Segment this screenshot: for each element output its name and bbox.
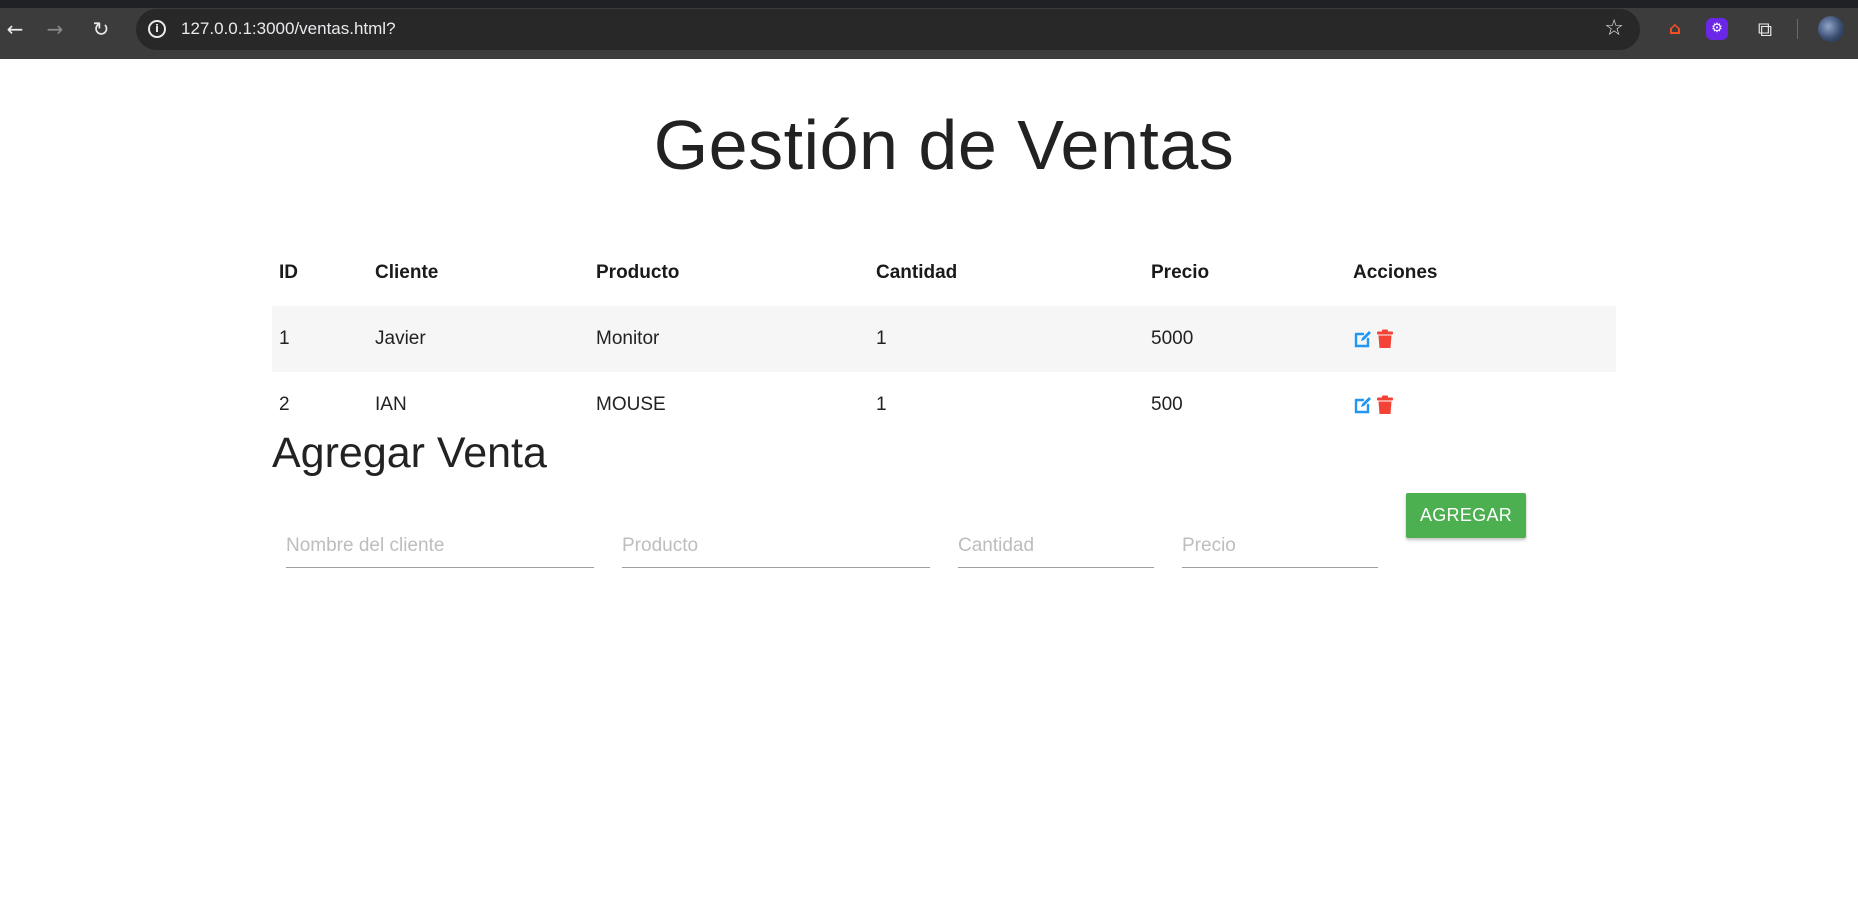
- cliente-input[interactable]: [286, 524, 594, 568]
- header-producto: Producto: [596, 261, 680, 283]
- cell-precio: 5000: [1151, 328, 1194, 349]
- page-content: Gestión de Ventas ID Cliente Producto Ca…: [0, 59, 1858, 908]
- browser-toolbar: ← → ↻ i 127.0.0.1:3000/ventas.html? ☆ ⌂ …: [0, 0, 1858, 59]
- header-acciones: Acciones: [1353, 261, 1438, 283]
- bookmark-star-icon[interactable]: ☆: [1604, 16, 1624, 41]
- header-precio: Precio: [1151, 261, 1210, 283]
- reload-icon: ↻: [92, 17, 110, 41]
- cell-acciones: [1346, 372, 1616, 438]
- extensions-puzzle-icon[interactable]: ⧉: [1752, 16, 1778, 42]
- header-cantidad: Cantidad: [876, 261, 958, 283]
- cell-id: 1: [279, 328, 290, 349]
- cantidad-input[interactable]: [958, 524, 1154, 568]
- table-header-row: ID Cliente Producto Cantidad Precio Acci…: [272, 239, 1616, 306]
- edit-icon[interactable]: [1353, 329, 1373, 349]
- address-bar[interactable]: i 127.0.0.1:3000/ventas.html? ☆: [136, 9, 1640, 50]
- cell-cantidad: 1: [876, 328, 887, 349]
- forward-button[interactable]: →: [40, 14, 70, 44]
- profile-avatar[interactable]: [1818, 16, 1844, 42]
- trash-icon[interactable]: [1376, 395, 1394, 415]
- reload-button[interactable]: ↻: [86, 14, 116, 44]
- url-text[interactable]: 127.0.0.1:3000/ventas.html?: [181, 19, 396, 39]
- cell-producto: MOUSE: [596, 394, 666, 415]
- precio-input[interactable]: [1182, 524, 1378, 568]
- producto-input[interactable]: [622, 524, 930, 568]
- agregar-button[interactable]: AGREGAR: [1406, 493, 1526, 538]
- site-info-icon[interactable]: i: [148, 20, 166, 38]
- trash-icon[interactable]: [1376, 329, 1394, 349]
- cell-acciones: [1346, 306, 1616, 372]
- toolbar-divider: [1797, 19, 1798, 39]
- table-row: 1 Javier Monitor 1 5000: [272, 306, 1616, 372]
- sales-table: ID Cliente Producto Cantidad Precio Acci…: [272, 239, 1616, 438]
- page-title: Gestión de Ventas: [653, 106, 1235, 184]
- cell-cliente: Javier: [375, 328, 426, 349]
- edit-icon[interactable]: [1353, 395, 1373, 415]
- header-cliente: Cliente: [375, 261, 439, 283]
- cell-precio: 500: [1151, 394, 1183, 415]
- form-title: Agregar Venta: [272, 429, 547, 477]
- arrow-right-icon: →: [46, 17, 64, 41]
- arrow-left-icon: ←: [6, 17, 24, 41]
- header-id: ID: [279, 261, 298, 283]
- back-button[interactable]: ←: [0, 14, 30, 44]
- cell-cantidad: 1: [876, 394, 887, 415]
- extension-gear-icon[interactable]: ⚙: [1706, 18, 1728, 40]
- cell-producto: Monitor: [596, 328, 660, 349]
- extension-graduation-cap-icon[interactable]: ⌂: [1662, 16, 1688, 42]
- tab-strip: [0, 0, 1858, 8]
